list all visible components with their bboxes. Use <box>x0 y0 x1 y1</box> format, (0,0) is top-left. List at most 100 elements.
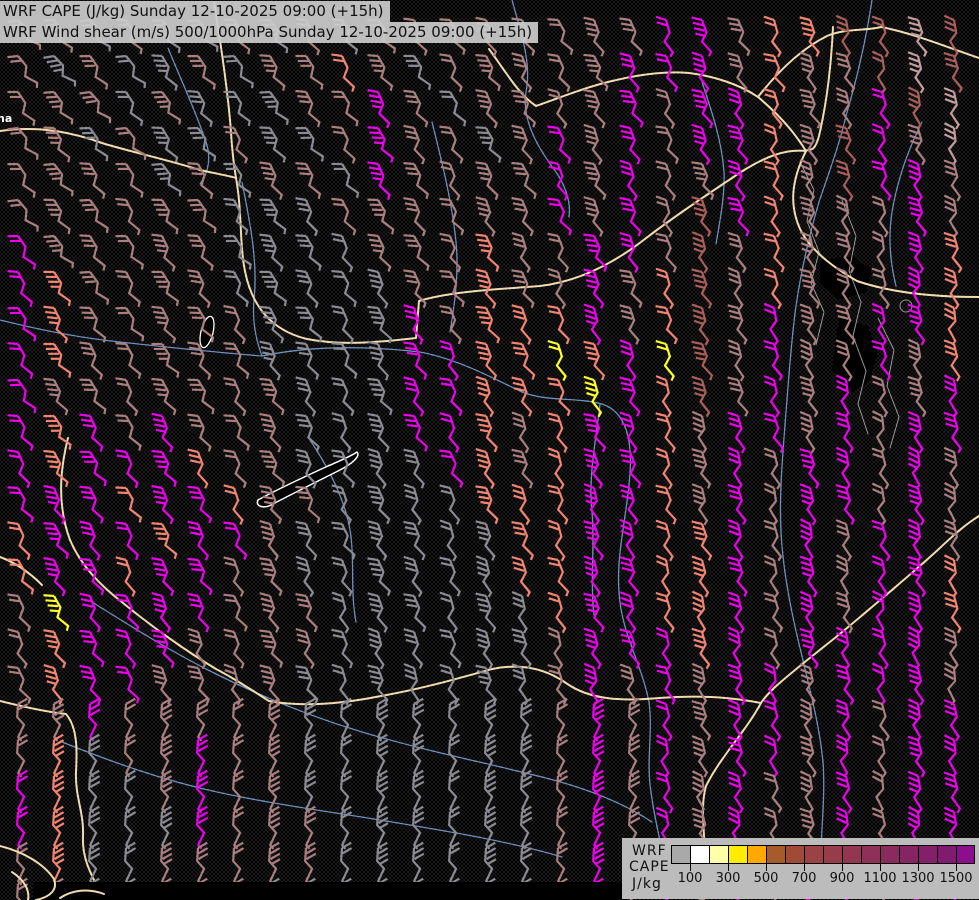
map-canvas <box>0 0 979 900</box>
wind-barb <box>619 556 640 598</box>
wind-barb <box>619 591 637 634</box>
wind-barb <box>259 412 282 453</box>
legend-tick <box>804 864 805 871</box>
wind-barb <box>439 519 458 562</box>
wind-barb <box>7 628 28 669</box>
wind-barb <box>331 591 350 634</box>
wind-barb <box>583 123 603 166</box>
wind-barb <box>871 519 891 562</box>
wind-barb <box>619 196 642 237</box>
wind-barb <box>196 769 209 814</box>
wind-barb <box>439 449 464 488</box>
wind-barb <box>232 841 245 886</box>
wind-barb <box>376 769 389 814</box>
wind-barb <box>475 412 498 453</box>
legend-tick-label: 500 <box>753 871 779 886</box>
legend-color-cell <box>747 845 766 864</box>
wind-barb <box>547 377 571 417</box>
weather-map-window: WRF CAPE (J/kg) Sunday 12-10-2025 09:00 … <box>0 0 979 900</box>
wind-barb <box>304 769 317 814</box>
wind-barb <box>475 592 497 633</box>
wind-barb <box>403 196 426 237</box>
wind-barb <box>691 662 708 706</box>
wind-barb <box>592 841 605 886</box>
wind-barb <box>331 269 357 308</box>
wind-barb <box>439 232 462 273</box>
wind-barb <box>187 198 217 234</box>
wind-barb <box>52 697 65 742</box>
wind-barb <box>691 16 713 57</box>
wind-barb <box>556 733 569 778</box>
wind-barb <box>475 126 502 163</box>
wind-barb <box>511 196 534 237</box>
wind-barb <box>475 520 496 561</box>
wind-barb <box>331 484 352 525</box>
wind-barb <box>547 88 568 130</box>
wind-barb <box>871 50 887 94</box>
wind-barb <box>7 521 31 561</box>
wind-barb <box>655 160 677 201</box>
wind-barb <box>520 697 533 742</box>
wind-barb <box>907 338 923 382</box>
wind-barb <box>448 805 461 850</box>
wind-barb <box>475 555 493 598</box>
wind-barb <box>691 88 714 129</box>
wind-barb <box>511 89 537 128</box>
wind-barb <box>943 51 963 94</box>
wind-barb <box>547 447 565 490</box>
legend-color-cell <box>880 845 899 864</box>
wind-barb <box>835 663 855 706</box>
wind-barb <box>115 449 139 489</box>
wind-barb <box>547 53 571 93</box>
wind-barb <box>655 412 676 453</box>
wind-barb <box>619 628 641 669</box>
wind-barb <box>259 557 283 597</box>
wind-barb <box>196 805 209 850</box>
wind-barb <box>691 161 715 201</box>
wind-barb <box>655 15 675 58</box>
wind-barb <box>583 16 605 57</box>
wind-barb <box>511 161 537 200</box>
wind-barb <box>511 231 531 274</box>
wind-barb <box>835 14 852 58</box>
legend-tick-label: 300 <box>715 871 741 886</box>
wind-barb <box>511 124 534 165</box>
wind-barb <box>340 733 353 778</box>
wind-barb <box>187 234 214 271</box>
wind-barb <box>331 53 356 92</box>
wind-barb <box>628 733 641 778</box>
wind-barb <box>547 556 570 597</box>
wind-barb <box>79 450 107 487</box>
wind-barb <box>187 269 211 309</box>
wind-barb <box>475 233 500 272</box>
wind-barb <box>727 339 745 382</box>
wind-barb <box>295 269 319 309</box>
wind-barb <box>79 592 102 633</box>
wind-barb <box>655 195 674 238</box>
wind-barb <box>16 805 29 850</box>
wind-barb <box>763 734 779 778</box>
wind-barb <box>88 769 101 814</box>
wind-barb <box>727 626 742 670</box>
wind-barb <box>295 376 317 417</box>
wind-barb <box>547 412 568 453</box>
river <box>779 0 873 883</box>
wind-barb <box>304 733 317 778</box>
wind-barb <box>727 159 746 202</box>
wind-barb <box>691 375 711 418</box>
wind-barb <box>223 521 248 560</box>
wind-barb <box>403 234 430 271</box>
wind-barb <box>160 841 173 886</box>
wind-barb <box>799 448 820 489</box>
wind-barb <box>556 769 569 814</box>
legend-tick-label: 1300 <box>901 871 935 886</box>
wind-barb <box>259 233 284 272</box>
wind-barb <box>295 520 318 561</box>
wind-barb <box>655 734 670 778</box>
wind-barb <box>43 556 66 597</box>
wind-barb <box>727 483 747 526</box>
wind-barb <box>556 841 569 886</box>
wind-barb <box>223 197 249 236</box>
wind-barb <box>7 342 34 380</box>
wind-barb <box>223 593 248 632</box>
